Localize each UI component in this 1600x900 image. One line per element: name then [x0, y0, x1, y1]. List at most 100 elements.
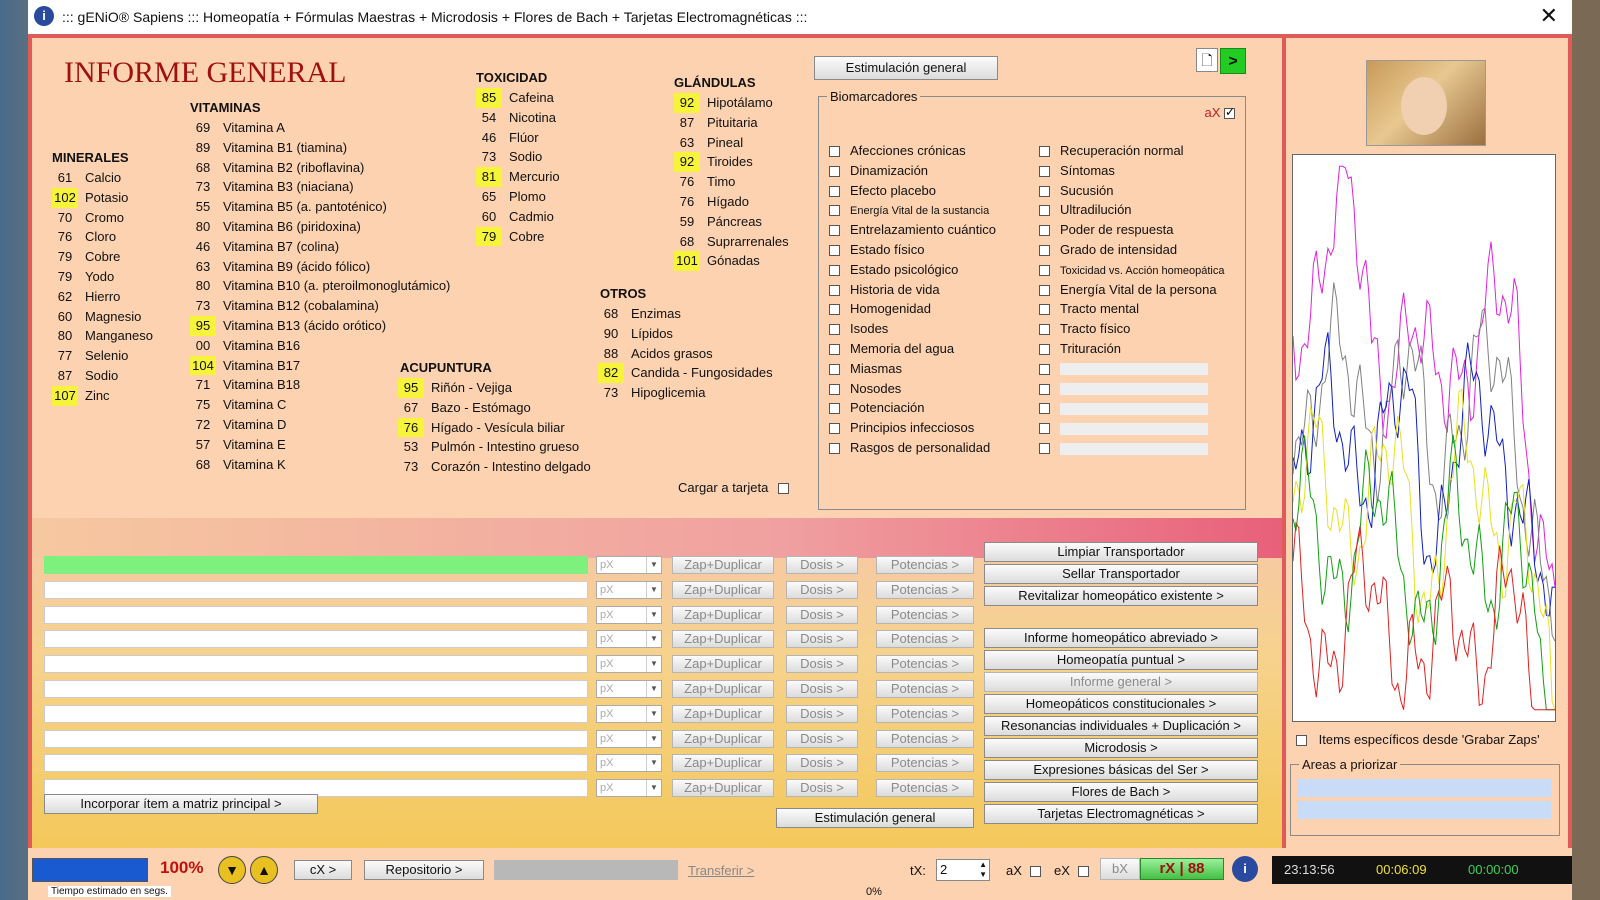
area-field-1[interactable]	[1297, 779, 1551, 797]
zap-duplicar-button[interactable]: Zap+Duplicar	[672, 630, 774, 649]
biomarcador-item[interactable]: Energía Vital de la persona	[1039, 280, 1224, 300]
potency-select[interactable]: pX ▼	[596, 655, 662, 674]
transferir-link[interactable]: Transferir >	[688, 863, 754, 878]
zap-duplicar-button[interactable]: Zap+Duplicar	[672, 556, 774, 574]
items-especificos[interactable]: Items específicos desde 'Grabar Zaps'	[1296, 732, 1540, 747]
potency-select[interactable]: pX ▼	[596, 680, 662, 698]
potencias-button[interactable]: Potencias >	[876, 729, 974, 748]
biomarcador-item[interactable]	[1039, 359, 1224, 379]
potencias-button[interactable]: Potencias >	[876, 754, 974, 773]
dosis-button[interactable]: Dosis >	[786, 655, 858, 674]
constitucionales-button[interactable]: Homeopáticos constitucionales >	[984, 694, 1258, 714]
biomarcador-item[interactable]: Poder de respuesta	[1039, 220, 1224, 240]
biomarcador-checkbox[interactable]	[829, 363, 840, 375]
biomarcador-item[interactable]: Dinamización	[829, 161, 996, 181]
status-ex-checkbox[interactable]	[1077, 866, 1089, 878]
biomarcador-item[interactable]: Entrelazamiento cuántico	[829, 220, 996, 240]
biomarcador-item[interactable]: Homogenidad	[829, 299, 996, 319]
potencias-button[interactable]: Potencias >	[876, 680, 974, 698]
arrow-up-icon[interactable]: ▲	[250, 856, 278, 884]
estimulacion-general-top-button[interactable]: Estimulación general	[814, 56, 998, 80]
stepper-arrows-icon[interactable]: ▲ ▼	[979, 860, 987, 880]
estimulacion-general-bottom-button[interactable]: Estimulación general	[776, 808, 974, 828]
cx-button[interactable]: cX >	[294, 860, 352, 880]
potency-select[interactable]: pX ▼	[596, 556, 662, 574]
potencias-button[interactable]: Potencias >	[876, 580, 974, 599]
biomarcador-item[interactable]: Estado físico	[829, 240, 996, 260]
biomarcador-checkbox[interactable]	[829, 443, 840, 455]
dosis-button[interactable]: Dosis >	[786, 630, 858, 649]
biomarcador-item[interactable]: Efecto placebo	[829, 181, 996, 201]
homeopatia-puntual-button[interactable]: Homeopatía puntual >	[984, 650, 1258, 670]
limpiar-transportador-button[interactable]: Limpiar Transportador	[984, 542, 1258, 562]
informe-general-button[interactable]: Informe general >	[984, 672, 1258, 692]
microdosis-button[interactable]: Microdosis >	[984, 738, 1258, 758]
biomarcador-checkbox[interactable]	[1039, 245, 1050, 257]
status-ax-checkbox[interactable]	[1029, 866, 1041, 878]
biomarcador-item[interactable]: Potenciación	[829, 398, 996, 418]
biomarcador-item[interactable]: Afecciones crónicas	[829, 141, 996, 161]
biomarcador-item[interactable]: Tracto mental	[1039, 299, 1224, 319]
biomarcador-item[interactable]: Trituración	[1039, 339, 1224, 359]
potencias-button[interactable]: Potencias >	[876, 605, 974, 624]
zap-duplicar-button[interactable]: Zap+Duplicar	[672, 605, 774, 624]
biomarcador-checkbox[interactable]	[1039, 205, 1050, 217]
biomarcador-item[interactable]: Miasmas	[829, 359, 996, 379]
potency-select[interactable]: pX ▼	[596, 779, 662, 798]
zap-duplicar-button[interactable]: Zap+Duplicar	[672, 580, 774, 599]
transporter-field[interactable]	[44, 704, 588, 723]
biomarcador-checkbox[interactable]	[1039, 363, 1050, 375]
cargar-tarjeta-checkbox[interactable]	[777, 483, 789, 495]
biomarcador-item[interactable]: Energía Vital de la sustancia	[829, 200, 996, 220]
document-icon[interactable]: 🗋	[1196, 48, 1218, 72]
biomarcador-item[interactable]: Ultradilución	[1039, 200, 1224, 220]
sellar-transportador-button[interactable]: Sellar Transportador	[984, 564, 1258, 584]
dosis-button[interactable]: Dosis >	[786, 779, 858, 798]
dosis-button[interactable]: Dosis >	[786, 729, 858, 748]
zap-duplicar-button[interactable]: Zap+Duplicar	[672, 655, 774, 674]
dosis-button[interactable]: Dosis >	[786, 704, 858, 723]
biomarcador-item[interactable]: Historia de vida	[829, 280, 996, 300]
biomarcador-item[interactable]: Memoria del agua	[829, 339, 996, 359]
potency-select[interactable]: pX ▼	[596, 704, 662, 723]
potencias-button[interactable]: Potencias >	[876, 704, 974, 723]
flores-bach-button[interactable]: Flores de Bach >	[984, 782, 1258, 802]
biomarcador-checkbox[interactable]	[1039, 443, 1050, 455]
biomarcador-checkbox[interactable]	[829, 304, 840, 316]
biomarcador-item[interactable]: Toxicidad vs. Acción homeopática	[1039, 260, 1224, 280]
info-icon[interactable]: i	[1232, 856, 1258, 882]
biomarcador-checkbox[interactable]	[829, 185, 840, 197]
incorporar-button[interactable]: Incorporar ítem a matriz principal >	[44, 794, 318, 814]
biomarcador-checkbox[interactable]	[829, 403, 840, 415]
informe-abreviado-button[interactable]: Informe homeopático abreviado >	[984, 628, 1258, 648]
biomarcador-checkbox[interactable]	[1039, 284, 1050, 296]
biomarcador-checkbox[interactable]	[829, 324, 840, 336]
biomarcador-checkbox[interactable]	[1039, 403, 1050, 415]
dosis-button[interactable]: Dosis >	[786, 580, 858, 599]
transporter-field[interactable]	[44, 580, 588, 599]
potencias-button[interactable]: Potencias >	[876, 779, 974, 798]
potency-select[interactable]: pX ▼	[596, 605, 662, 624]
potency-select[interactable]: pX ▼	[596, 754, 662, 773]
arrow-down-icon[interactable]: ▼	[218, 856, 246, 884]
rx-button[interactable]: rX | 88	[1140, 858, 1224, 880]
biomarcador-checkbox[interactable]	[1039, 225, 1050, 237]
potencias-button[interactable]: Potencias >	[876, 556, 974, 574]
biomarcador-checkbox[interactable]	[1039, 304, 1050, 316]
potencias-button[interactable]: Potencias >	[876, 655, 974, 674]
zap-duplicar-button[interactable]: Zap+Duplicar	[672, 729, 774, 748]
biomarcador-item[interactable]: Recuperación normal	[1039, 141, 1224, 161]
potency-select[interactable]: pX ▼	[596, 729, 662, 748]
biomarcadores-ax[interactable]: aX	[1204, 105, 1235, 120]
biomarcador-item[interactable]	[1039, 379, 1224, 399]
biomarcadores-ax-checkbox[interactable]	[1224, 105, 1235, 120]
biomarcador-item[interactable]	[1039, 398, 1224, 418]
biomarcador-checkbox[interactable]	[1039, 165, 1050, 177]
dosis-button[interactable]: Dosis >	[786, 556, 858, 574]
transporter-field[interactable]	[44, 729, 588, 748]
transporter-field[interactable]	[44, 754, 588, 773]
biomarcador-checkbox[interactable]	[829, 225, 840, 237]
biomarcador-item[interactable]: Principios infecciosos	[829, 418, 996, 438]
expresiones-button[interactable]: Expresiones básicas del Ser >	[984, 760, 1258, 780]
transporter-field[interactable]	[44, 630, 588, 649]
